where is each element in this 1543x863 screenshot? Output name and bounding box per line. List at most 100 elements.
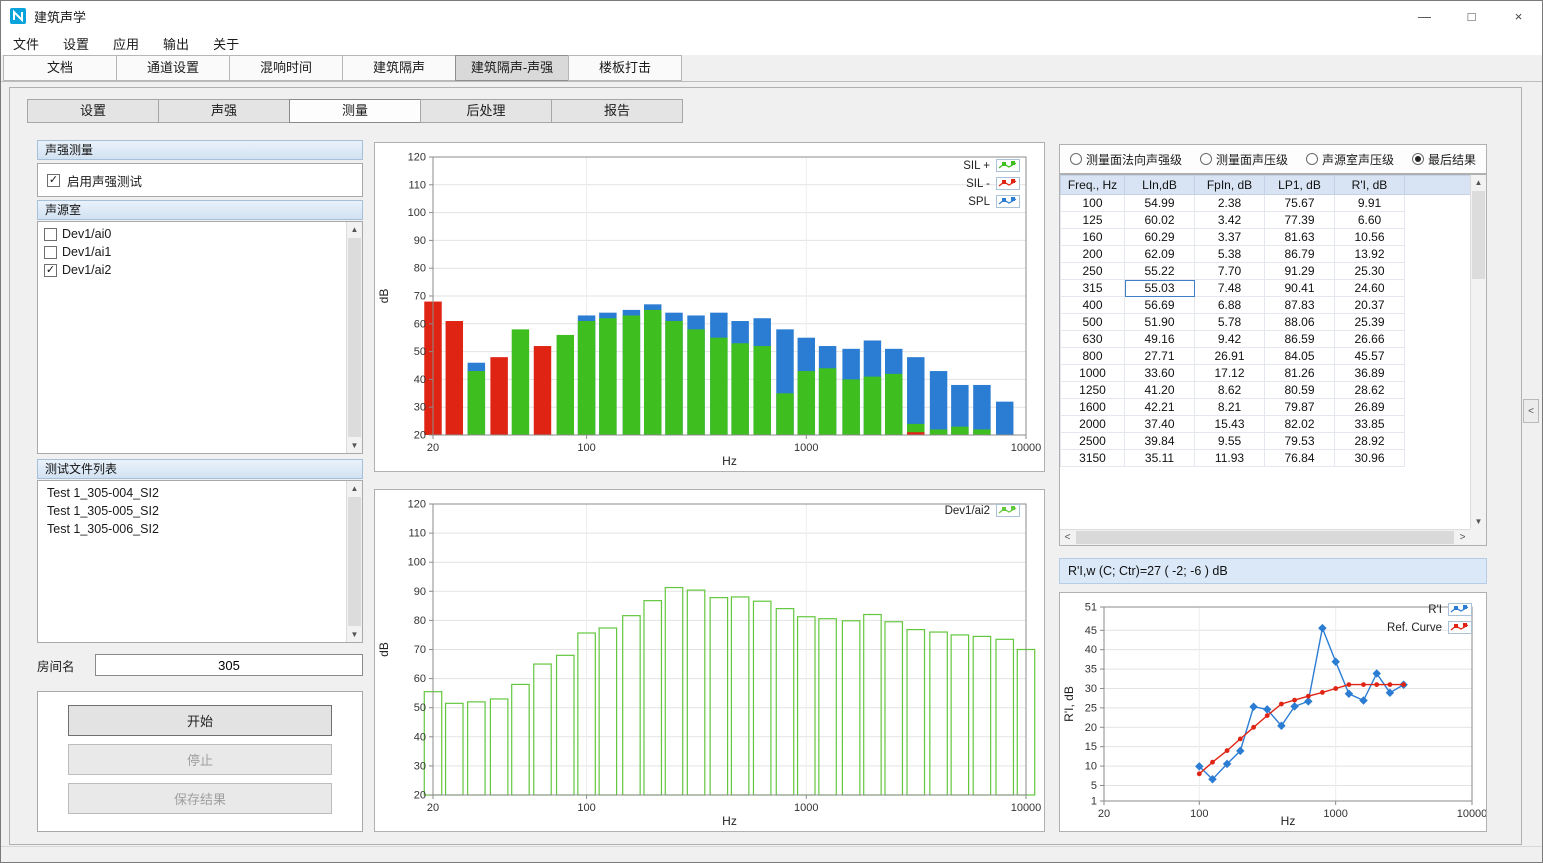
table-cell[interactable]: 75.67	[1265, 195, 1335, 212]
table-cell[interactable]: 3.37	[1195, 229, 1265, 246]
table-cell[interactable]: 200	[1061, 246, 1125, 263]
channel-list-scrollbar[interactable]: ▲ ▼	[346, 222, 362, 453]
file-item[interactable]: Test 1_305-006_SI2	[39, 520, 345, 538]
table-horizontal-scrollbar[interactable]: < >	[1060, 529, 1470, 545]
table-cell[interactable]: 17.12	[1195, 365, 1265, 382]
table-cell[interactable]: 800	[1061, 348, 1125, 365]
stop-button[interactable]: 停止	[68, 744, 332, 775]
table-cell[interactable]: 55.22	[1125, 263, 1195, 280]
table-cell[interactable]: 3.42	[1195, 212, 1265, 229]
table-cell[interactable]: 1250	[1061, 382, 1125, 399]
table-row[interactable]: 25055.227.7091.2925.30	[1061, 263, 1472, 280]
column-header[interactable]: LP1, dB	[1265, 176, 1335, 195]
table-cell[interactable]: 35.11	[1125, 450, 1195, 467]
table-row[interactable]: 315035.1111.9376.8430.96	[1061, 450, 1472, 467]
table-cell[interactable]: 10.56	[1335, 229, 1405, 246]
subtab-sound-intensity[interactable]: 声强	[158, 99, 290, 123]
table-cell[interactable]: 25.30	[1335, 263, 1405, 280]
table-cell[interactable]: 28.62	[1335, 382, 1405, 399]
scroll-up-icon[interactable]: ▲	[347, 222, 362, 237]
scrollbar-thumb[interactable]	[1472, 191, 1485, 279]
table-cell[interactable]: 5.78	[1195, 314, 1265, 331]
column-header[interactable]: R'I, dB	[1335, 176, 1405, 195]
table-cell[interactable]: 5.38	[1195, 246, 1265, 263]
table-cell[interactable]: 3150	[1061, 450, 1125, 467]
table-cell[interactable]: 91.29	[1265, 263, 1335, 280]
table-row[interactable]: 125041.208.6280.5928.62	[1061, 382, 1472, 399]
channel-item[interactable]: ✓Dev1/ai2	[39, 261, 345, 279]
table-row[interactable]: 63049.169.4286.5926.66	[1061, 331, 1472, 348]
table-cell[interactable]: 6.60	[1335, 212, 1405, 229]
table-cell[interactable]: 315	[1061, 280, 1125, 297]
subtab-settings[interactable]: 设置	[27, 99, 159, 123]
table-cell[interactable]: 500	[1061, 314, 1125, 331]
maximize-button[interactable]: □	[1448, 1, 1495, 31]
table-cell[interactable]: 81.63	[1265, 229, 1335, 246]
table-cell[interactable]: 2500	[1061, 433, 1125, 450]
table-cell[interactable]: 80.59	[1265, 382, 1335, 399]
table-row[interactable]: 16060.293.3781.6310.56	[1061, 229, 1472, 246]
table-row[interactable]: 20062.095.3886.7913.92	[1061, 246, 1472, 263]
scroll-up-icon[interactable]: ▲	[347, 481, 362, 496]
table-cell[interactable]: 630	[1061, 331, 1125, 348]
table-cell[interactable]: 20.37	[1335, 297, 1405, 314]
table-row[interactable]: 80027.7126.9184.0545.57	[1061, 348, 1472, 365]
table-row[interactable]: 31555.037.4890.4124.60	[1061, 280, 1472, 297]
table-cell[interactable]: 88.06	[1265, 314, 1335, 331]
menu-settings[interactable]: 设置	[53, 34, 99, 53]
table-cell[interactable]: 81.26	[1265, 365, 1335, 382]
table-cell[interactable]: 28.92	[1335, 433, 1405, 450]
table-cell[interactable]: 37.40	[1125, 416, 1195, 433]
collapse-panel-button[interactable]: <	[1523, 399, 1539, 423]
table-cell[interactable]: 400	[1061, 297, 1125, 314]
enable-si-checkbox[interactable]: ✓	[47, 174, 60, 187]
menu-output[interactable]: 输出	[153, 34, 199, 53]
channel-checkbox[interactable]	[44, 246, 57, 259]
tab-reverberation-time[interactable]: 混响时间	[229, 55, 343, 81]
table-cell[interactable]: 33.85	[1335, 416, 1405, 433]
channel-checkbox[interactable]	[44, 228, 57, 241]
table-cell[interactable]: 82.02	[1265, 416, 1335, 433]
table-cell[interactable]: 79.53	[1265, 433, 1335, 450]
table-cell[interactable]: 79.87	[1265, 399, 1335, 416]
tab-channel-settings[interactable]: 通道设置	[116, 55, 230, 81]
table-cell[interactable]: 87.83	[1265, 297, 1335, 314]
table-cell[interactable]: 42.21	[1125, 399, 1195, 416]
minimize-button[interactable]: —	[1401, 1, 1448, 31]
scrollbar-thumb[interactable]	[348, 497, 361, 626]
file-item[interactable]: Test 1_305-004_SI2	[39, 484, 345, 502]
subtab-report[interactable]: 报告	[551, 99, 683, 123]
room-name-input[interactable]	[95, 654, 363, 676]
tab-floor-impact[interactable]: 楼板打击	[568, 55, 682, 81]
table-cell[interactable]: 76.84	[1265, 450, 1335, 467]
table-cell[interactable]: 62.09	[1125, 246, 1195, 263]
table-cell[interactable]: 6.88	[1195, 297, 1265, 314]
channel-checkbox[interactable]: ✓	[44, 264, 57, 277]
scroll-down-icon[interactable]: ▼	[1471, 514, 1486, 529]
scroll-down-icon[interactable]: ▼	[347, 627, 362, 642]
table-cell[interactable]: 26.89	[1335, 399, 1405, 416]
table-row[interactable]: 50051.905.7888.0625.39	[1061, 314, 1472, 331]
table-cell[interactable]: 27.71	[1125, 348, 1195, 365]
table-cell[interactable]: 2.38	[1195, 195, 1265, 212]
table-cell[interactable]: 33.60	[1125, 365, 1195, 382]
table-cell[interactable]: 26.66	[1335, 331, 1405, 348]
close-button[interactable]: ×	[1495, 1, 1542, 31]
table-cell[interactable]: 36.89	[1335, 365, 1405, 382]
scrollbar-thumb[interactable]	[348, 238, 361, 437]
radio-circle-icon[interactable]	[1412, 153, 1424, 165]
table-cell[interactable]: 7.70	[1195, 263, 1265, 280]
column-header[interactable]: Freq., Hz	[1061, 176, 1125, 195]
table-row[interactable]: 200037.4015.4382.0233.85	[1061, 416, 1472, 433]
menu-file[interactable]: 文件	[3, 34, 49, 53]
table-cell[interactable]: 1600	[1061, 399, 1125, 416]
table-cell[interactable]: 41.20	[1125, 382, 1195, 399]
channel-item[interactable]: Dev1/ai0	[39, 225, 345, 243]
radio-option-2[interactable]: 声源室声压级	[1306, 151, 1394, 168]
table-cell[interactable]: 26.91	[1195, 348, 1265, 365]
table-cell[interactable]: 86.79	[1265, 246, 1335, 263]
table-cell[interactable]: 45.57	[1335, 348, 1405, 365]
table-vertical-scrollbar[interactable]: ▲ ▼	[1470, 175, 1486, 529]
radio-circle-icon[interactable]	[1200, 153, 1212, 165]
table-cell[interactable]: 160	[1061, 229, 1125, 246]
